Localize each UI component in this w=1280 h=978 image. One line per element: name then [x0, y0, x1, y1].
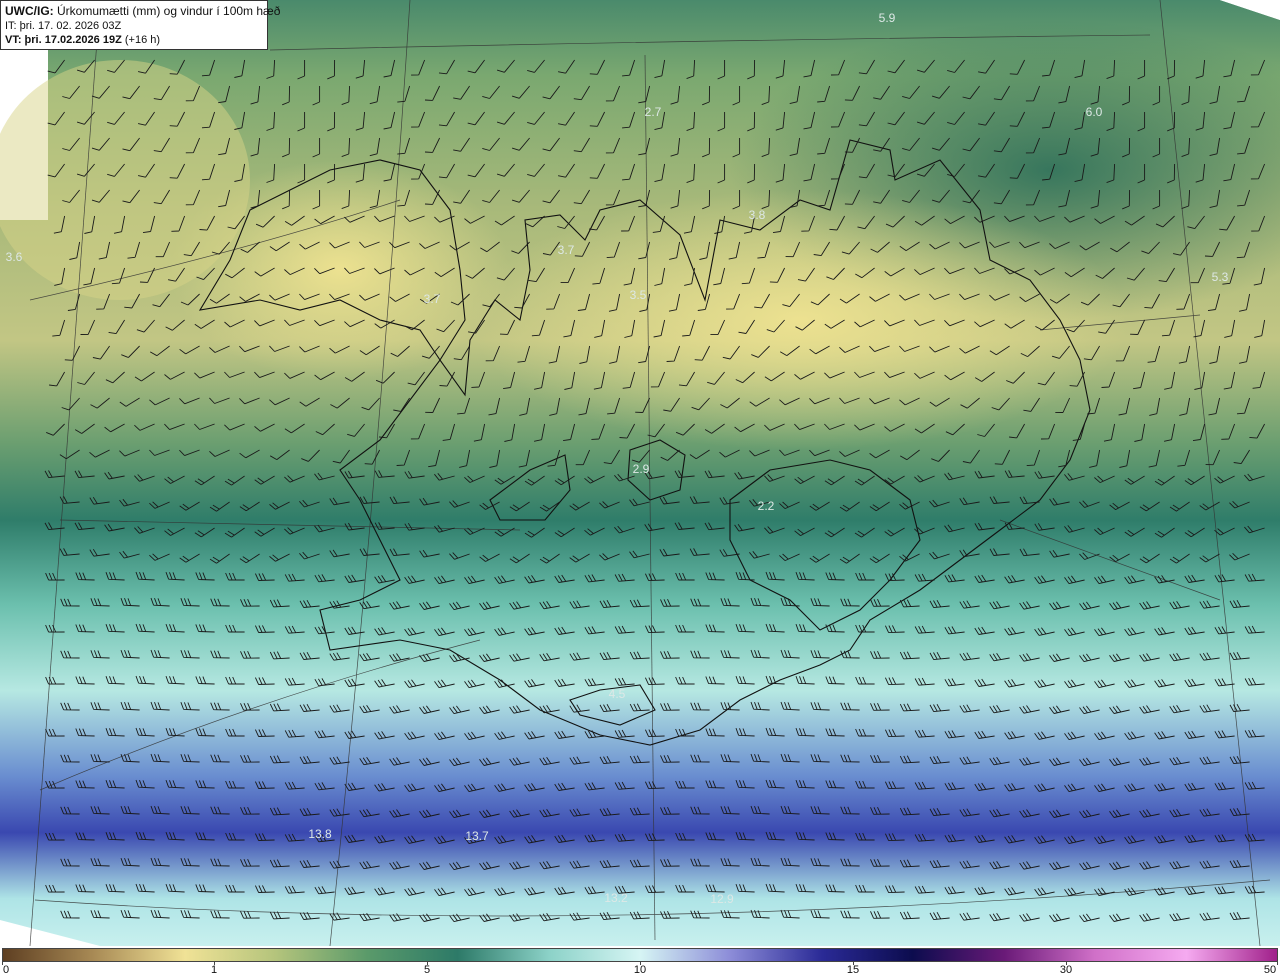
value-label: 3.7	[424, 292, 441, 306]
initial-time: IT: þri. 17. 02. 2026 03Z	[5, 20, 122, 32]
map-title: UWC/IG: Úrkomumætti (mm) og vindur í 100…	[5, 4, 280, 19]
precipitation-wind-map[interactable]: 5.9 2.7 6.0 3.8 3.6 3.7 3.7 3.5 5.3 2.9 …	[0, 0, 1280, 946]
colorbar-legend: 0 1 5 10 15 30 50	[0, 946, 1280, 978]
value-label: 5.3	[1212, 270, 1229, 284]
field-title: Úrkomumætti (mm) og vindur í 100m hæð	[57, 4, 281, 18]
map-title-box: UWC/IG: Úrkomumætti (mm) og vindur í 100…	[0, 0, 280, 50]
colorbar-tick: 15	[846, 964, 860, 976]
value-label: 4.5	[609, 687, 626, 701]
value-label: 3.5	[630, 288, 647, 302]
colorbar-tick: 5	[423, 964, 431, 976]
colorbar-tick: 1	[210, 964, 218, 976]
colorbar-tick: 50	[1263, 964, 1277, 976]
value-label: 3.6	[6, 250, 23, 264]
colorbar	[2, 948, 1278, 962]
valid-time: VT: þri. 17.02.2026 19Z (+16 h)	[5, 33, 263, 47]
value-label: 13.7	[465, 829, 489, 843]
value-label: 13.8	[308, 827, 332, 841]
value-label: 3.8	[749, 208, 766, 222]
value-label: 5.9	[879, 11, 896, 25]
value-label: 13.2	[604, 891, 628, 905]
value-label: 6.0	[1086, 105, 1103, 119]
colorbar-tick: 0	[2, 964, 10, 976]
valid-time-label: VT: þri. 17.02.2026 19Z	[5, 34, 122, 46]
value-label: 2.7	[645, 105, 662, 119]
colorbar-tick: 10	[633, 964, 647, 976]
value-label: 2.9	[633, 462, 650, 476]
lead-time: (+16 h)	[124, 34, 161, 46]
value-label: 2.2	[758, 499, 775, 513]
value-label: 12.9	[710, 892, 734, 906]
value-label: 3.7	[558, 243, 575, 257]
colorbar-tick: 30	[1059, 964, 1073, 976]
model-label: UWC/IG:	[5, 4, 54, 18]
